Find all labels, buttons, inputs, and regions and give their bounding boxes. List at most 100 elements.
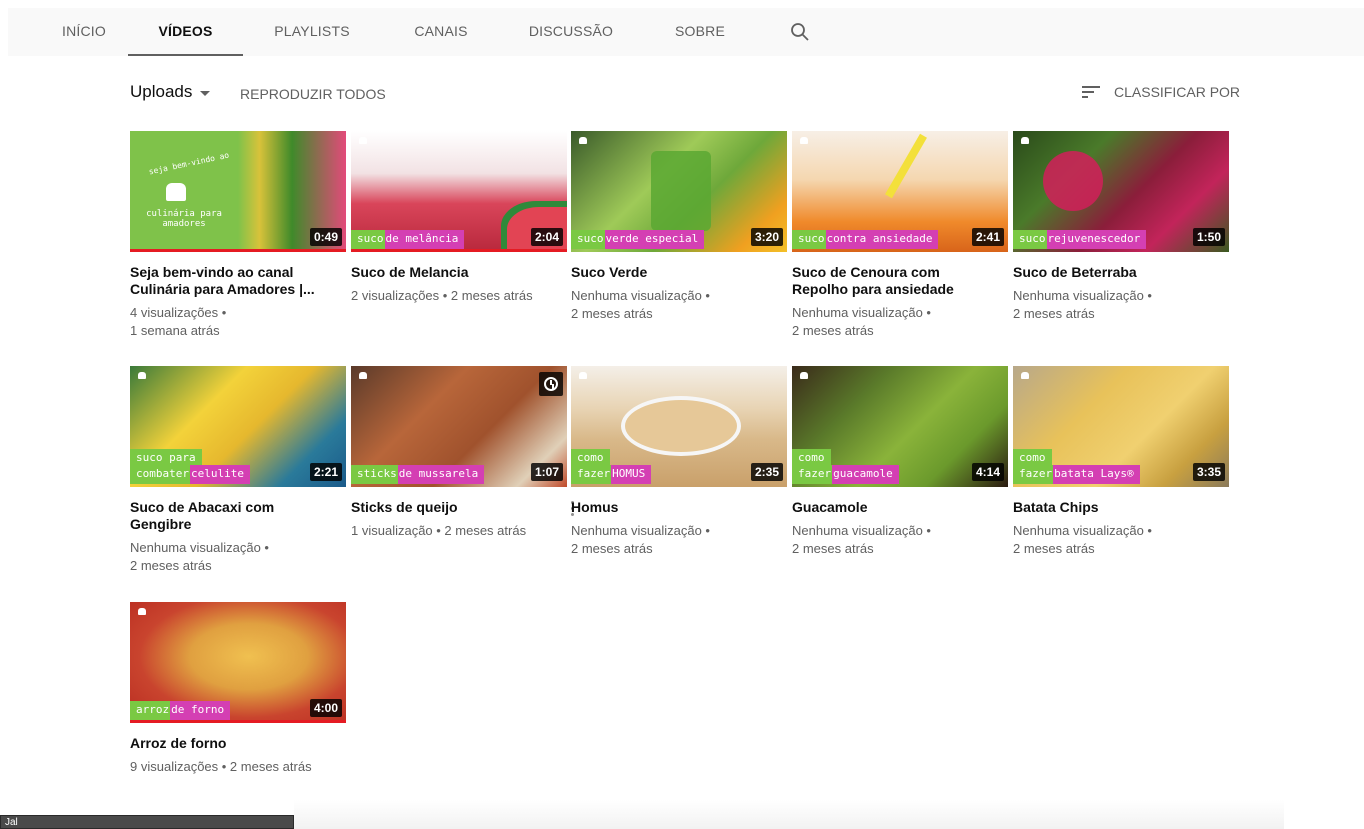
- video-views: Nenhuma visualização •: [1013, 288, 1152, 303]
- video-card[interactable]: suco de melância 2:04 Suco de Melancia 2 …: [351, 131, 567, 305]
- video-card[interactable]: sticks de mussarela 1:07 Sticks de queijo…: [351, 366, 574, 540]
- search-icon[interactable]: [788, 20, 812, 44]
- sort-icon: [1082, 86, 1100, 98]
- video-title[interactable]: Suco de Beterraba: [1013, 264, 1229, 281]
- video-title[interactable]: Batata Chips: [1013, 499, 1229, 516]
- thumbnail-brand-text: culinária para amadores: [146, 209, 222, 229]
- thumbnail-caption: como fazer batata Lays®: [1013, 449, 1140, 484]
- channel-logo-icon: [579, 372, 619, 380]
- video-card[interactable]: suco contra ansiedade 2:41 Suco de Cenour…: [792, 131, 1008, 340]
- video-views: 4 visualizações •: [130, 305, 227, 320]
- duration-badge: 2:04: [530, 228, 563, 246]
- video-card[interactable]: suco rejuvenescedor 1:50 Suco de Beterrab…: [1013, 131, 1229, 323]
- video-thumbnail[interactable]: como fazer HOMUS 2:35: [571, 366, 787, 487]
- video-meta: Nenhuma visualização • 2 meses atrás: [130, 539, 346, 575]
- tab-videos[interactable]: VÍDEOS: [128, 8, 243, 56]
- video-meta: 2 visualizações • 2 meses atrás: [351, 287, 567, 305]
- video-title[interactable]: Sticks de queijo: [351, 499, 567, 516]
- video-card[interactable]: como fazer HOMUS 2:35 Homus Nenhuma visual…: [571, 366, 787, 558]
- video-age: 2 meses atrás: [130, 558, 212, 573]
- video-thumbnail[interactable]: sticks de mussarela 1:07: [351, 366, 567, 487]
- video-title[interactable]: Seja bem-vindo ao canal Culinária para A…: [130, 264, 346, 298]
- sort-by-button[interactable]: CLASSIFICAR POR: [1082, 84, 1240, 100]
- video-meta: 1 visualização • 2 meses atrás: [351, 522, 567, 540]
- video-thumbnail[interactable]: suco de melância 2:04: [351, 131, 567, 252]
- video-meta: Nenhuma visualização • 2 meses atrás: [792, 304, 1008, 340]
- thumbnail-caption: como fazer HOMUS: [571, 449, 652, 484]
- duration-badge: 2:21: [309, 463, 342, 481]
- video-meta: Nenhuma visualização • 2 meses atrás: [571, 287, 787, 323]
- video-title[interactable]: Suco de Melancia: [351, 264, 567, 281]
- video-card[interactable]: suco verde especial 3:20 Suco Verde Nenhu…: [571, 131, 787, 323]
- video-title[interactable]: Homus: [571, 499, 787, 516]
- video-thumbnail[interactable]: suco contra ansiedade 2:41: [792, 131, 1008, 252]
- video-views: 2 visualizações • 2 meses atrás: [351, 288, 533, 303]
- video-card[interactable]: arroz de forno 4:00 Arroz de forno 9 visu…: [130, 602, 346, 776]
- video-card[interactable]: seja bem-vindo ao culinária para amadore…: [130, 131, 346, 340]
- tab-canais[interactable]: CANAIS: [406, 8, 476, 56]
- videos-toolbar: Uploads REPRODUZIR TODOS CLASSIFICAR POR: [0, 80, 1364, 108]
- duration-badge: 3:20: [750, 228, 783, 246]
- channel-logo-icon: [138, 608, 178, 616]
- video-title[interactable]: Suco de Abacaxi com Gengibre: [130, 499, 346, 533]
- video-views: Nenhuma visualização •: [1013, 523, 1152, 538]
- video-views: 9 visualizações • 2 meses atrás: [130, 759, 312, 774]
- tab-playlists[interactable]: PLAYLISTS: [270, 8, 354, 56]
- channel-logo-icon: [359, 137, 399, 145]
- video-card[interactable]: como fazer guacamole 4:14 Guacamole Nenhum…: [792, 366, 1008, 558]
- video-thumbnail[interactable]: suco para combater celulite 2:21: [130, 366, 346, 487]
- tab-discussao[interactable]: DISCUSSÃO: [526, 8, 616, 56]
- duration-badge: 0:49: [309, 228, 342, 246]
- channel-logo-icon: [359, 372, 399, 380]
- sort-label: CLASSIFICAR POR: [1114, 84, 1241, 100]
- video-thumbnail[interactable]: seja bem-vindo ao culinária para amadore…: [130, 131, 346, 252]
- uploads-label: Uploads: [130, 82, 193, 101]
- progress-bar: [351, 249, 567, 252]
- video-views: Nenhuma visualização •: [571, 523, 710, 538]
- tab-sobre[interactable]: SOBRE: [668, 8, 732, 56]
- duration-badge: 2:41: [971, 228, 1004, 246]
- video-age: 2 meses atrás: [1013, 541, 1095, 556]
- video-thumbnail[interactable]: como fazer batata Lays® 3:35: [1013, 366, 1229, 487]
- video-thumbnail[interactable]: suco verde especial 3:20: [571, 131, 787, 252]
- thumbnail-caption: suco contra ansiedade: [792, 230, 939, 249]
- channel-logo-icon: [800, 372, 840, 380]
- video-age: 2 meses atrás: [792, 541, 874, 556]
- video-age: 2 meses atrás: [571, 306, 653, 321]
- uploads-dropdown[interactable]: Uploads: [130, 82, 211, 102]
- duration-badge: 4:00: [309, 699, 342, 717]
- video-meta: 9 visualizações • 2 meses atrás: [130, 758, 346, 776]
- progress-bar: [130, 249, 346, 252]
- channel-logo-icon: [138, 372, 178, 380]
- thumbnail-caption: arroz de forno: [130, 701, 231, 720]
- video-meta: Nenhuma visualização • 2 meses atrás: [1013, 522, 1229, 558]
- beet-juice-glass: [1043, 151, 1103, 211]
- green-juice-glass: [651, 151, 711, 231]
- duration-badge: 4:14: [971, 463, 1004, 481]
- channel-tab-bar: INÍCIO VÍDEOS PLAYLISTS CANAIS DISCUSSÃO…: [8, 8, 1364, 56]
- video-meta: 4 visualizações • 1 semana atrás: [130, 304, 346, 340]
- video-title[interactable]: Suco de Cenoura com Repolho para ansieda…: [792, 264, 1008, 298]
- video-title[interactable]: Suco Verde: [571, 264, 787, 281]
- video-views: Nenhuma visualização •: [792, 305, 931, 320]
- thumbnail-caption: suco de melância: [351, 230, 465, 249]
- video-views: Nenhuma visualização •: [792, 523, 931, 538]
- play-all-button[interactable]: REPRODUZIR TODOS: [240, 86, 386, 102]
- video-thumbnail[interactable]: arroz de forno 4:00: [130, 602, 346, 723]
- channel-logo-icon: [1021, 372, 1061, 380]
- tab-inicio[interactable]: INÍCIO: [52, 8, 116, 56]
- video-meta: Nenhuma visualização • 2 meses atrás: [792, 522, 1008, 558]
- chef-hat-logo-icon: [166, 183, 186, 201]
- video-card[interactable]: suco para combater celulite 2:21 Suco de A…: [130, 366, 346, 575]
- video-title[interactable]: Guacamole: [792, 499, 1008, 516]
- duration-badge: 3:35: [1192, 463, 1225, 481]
- watch-later-clock-icon[interactable]: [539, 372, 563, 396]
- thumbnail-caption: suco para combater celulite: [130, 449, 250, 484]
- video-thumbnail[interactable]: como fazer guacamole 4:14: [792, 366, 1008, 487]
- video-thumbnail[interactable]: suco rejuvenescedor 1:50: [1013, 131, 1229, 252]
- video-age: 2 meses atrás: [571, 541, 653, 556]
- video-card[interactable]: como fazer batata Lays® 3:35 Batata Chips …: [1013, 366, 1229, 558]
- video-views: Nenhuma visualização •: [130, 540, 269, 555]
- caret-down-icon: [200, 90, 211, 96]
- video-title[interactable]: Arroz de forno: [130, 735, 346, 752]
